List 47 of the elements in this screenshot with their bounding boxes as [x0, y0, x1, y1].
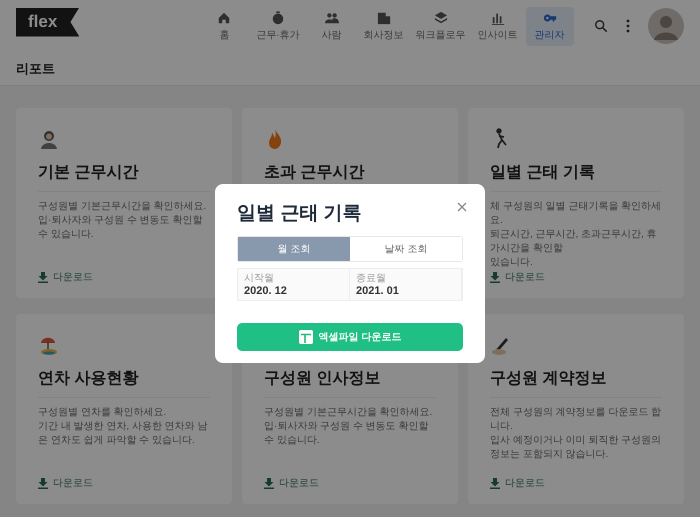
chart-icon	[490, 10, 505, 24]
search-icon[interactable]	[594, 19, 608, 33]
download-icon	[490, 478, 500, 488]
download-icon	[38, 478, 48, 488]
nav-tab[interactable]: 인사이트	[474, 6, 522, 46]
card-description: 구성원별 기본근무시간을 확인하세요. 입·퇴사자와 구성원 수 변동도 확인할 수 있습니다.	[38, 191, 210, 242]
modal-title: 일별 근태 기록	[237, 202, 362, 226]
card-title: 기본 근무시간	[38, 163, 138, 183]
nav-tab[interactable]: 홈	[200, 6, 248, 46]
download-link[interactable]: 다운로드	[38, 476, 93, 490]
period-tab[interactable]: 월 조회	[238, 237, 350, 261]
download-icon	[38, 272, 48, 282]
card-description: 체 구성원의 일별 근태기록을 확인하세요. 퇴근시간, 근무시간, 초과근무시간, 휴가시간을 확인할 있습니다.	[490, 191, 662, 270]
nav-tab[interactable]: 회사정보	[360, 6, 408, 46]
card-title: 구성원 계약정보	[490, 369, 606, 389]
card-description: 전체 구성원의 계약정보를 다운로드 합니다. 입사 예정이거나 이미 퇴직한 구성원의 정보는 포함되지 않습니다.	[490, 397, 662, 462]
download-link[interactable]: 다운로드	[264, 476, 319, 490]
timer-icon	[270, 10, 285, 24]
more-icon[interactable]	[626, 19, 630, 33]
month-field[interactable]: 시작월 2020. 12	[238, 269, 350, 300]
download-link[interactable]: 다운로드	[490, 270, 545, 284]
card-title: 구성원 인사정보	[264, 369, 380, 389]
building-icon	[376, 10, 391, 24]
download-link[interactable]: 다운로드	[490, 476, 545, 490]
nav-tab[interactable]: 근무·휴가	[252, 6, 304, 46]
logo[interactable]: flex	[16, 8, 80, 36]
nav-tab[interactable]: 관리자	[526, 6, 574, 46]
page-title: 리포트	[16, 60, 55, 78]
close-icon	[457, 202, 467, 212]
excel-download-button[interactable]: 엑셀파일 다운로드	[237, 323, 463, 351]
card-description: 구성원별 연차를 확인하세요. 기간 내 발생한 연차, 사용한 연차와 남은 연차도 쉽게 파악할 수 있습니다.	[38, 397, 210, 448]
avatar-icon[interactable]	[648, 8, 684, 44]
card-description: 구성원별 기본근무시간을 확인하세요. 입·퇴사자와 구성원 수 변동도 확인할 수 있습니다.	[264, 397, 436, 448]
nav-tab[interactable]: 워크플로우	[412, 6, 470, 46]
person-icon	[38, 128, 60, 150]
card-title: 일별 근태 기록	[490, 163, 595, 183]
month-field[interactable]: 종료월 2021. 01	[350, 269, 462, 300]
card-title: 초과 근무시간	[264, 163, 364, 183]
download-link[interactable]: 다운로드	[38, 270, 93, 284]
download-icon	[264, 478, 274, 488]
layers-icon	[434, 10, 448, 24]
download-icon	[490, 272, 500, 282]
card-title: 연차 사용현황	[38, 369, 138, 389]
close-button[interactable]	[455, 200, 469, 214]
people-icon	[324, 10, 339, 24]
nav-tab[interactable]: 사람	[308, 6, 356, 46]
home-icon	[217, 10, 232, 24]
